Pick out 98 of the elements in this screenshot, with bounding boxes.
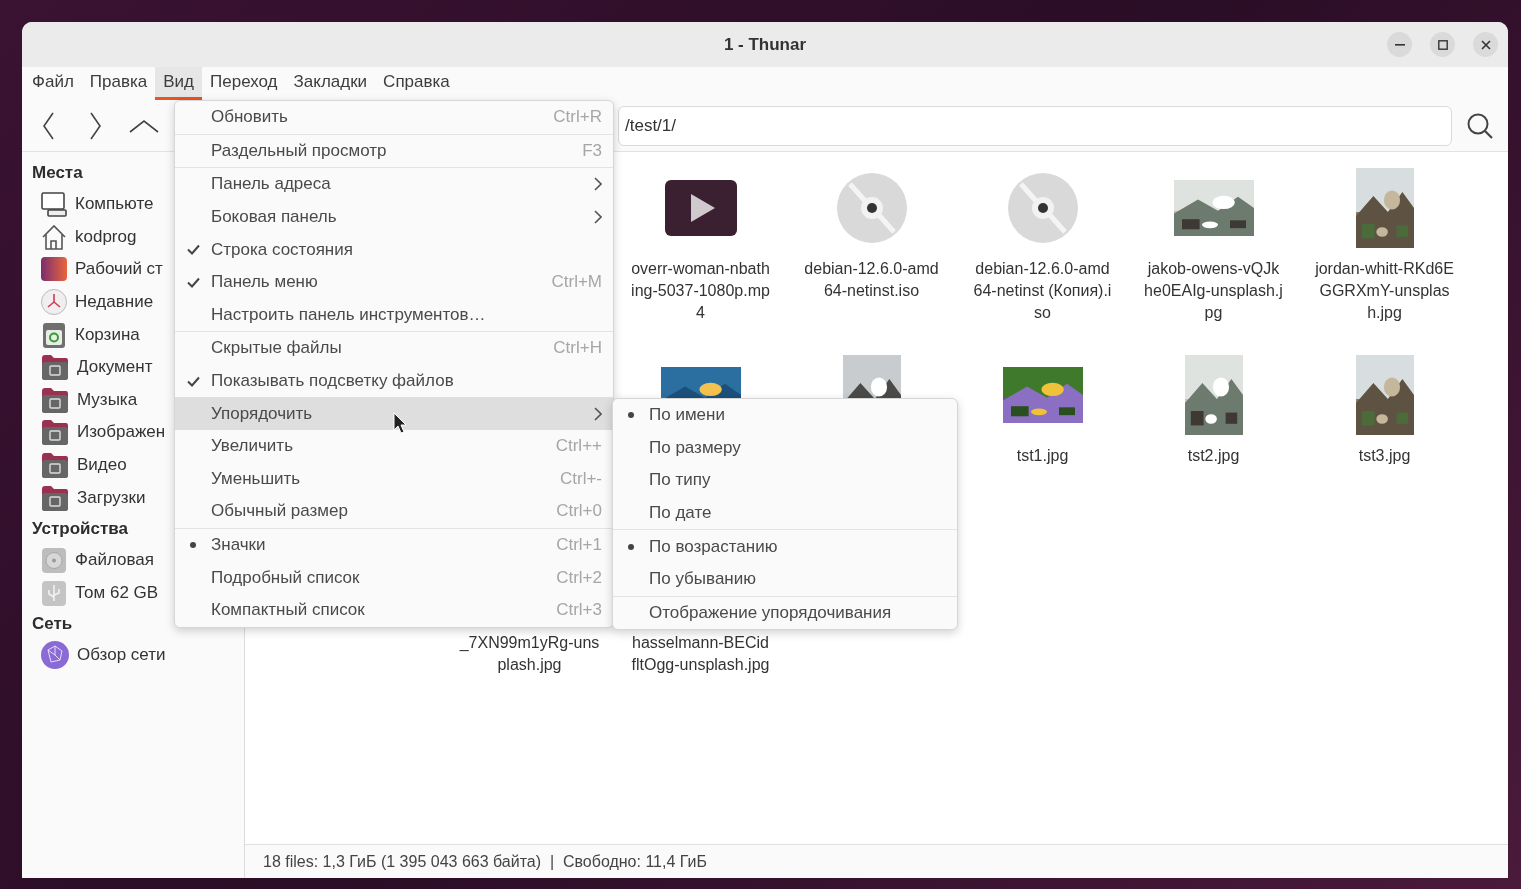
menubar-item[interactable]: Справка	[375, 67, 458, 100]
file-name[interactable]: debian-12.6.0-amd64-netinst (Копия).iso	[972, 258, 1113, 324]
menubar-item[interactable]: Переход	[202, 67, 286, 100]
status-text: 18 files: 1,3 ГиБ (1 395 043 663 байта) | Свободно: 11,4 ГиБ	[263, 852, 707, 871]
menu-item[interactable]: Подробный список Ctrl+2	[175, 561, 613, 594]
usb-drive-icon	[40, 578, 68, 607]
sidebar-item[interactable]: Файловая	[32, 543, 154, 577]
clock-icon	[40, 288, 68, 317]
sidebar-item[interactable]: Изображен	[32, 416, 166, 449]
menu-item[interactable]: Отображение упорядочивания	[613, 596, 957, 630]
menu-item[interactable]: Панель меню Ctrl+M	[175, 265, 613, 299]
minimize-icon	[1394, 43, 1405, 46]
menu-item[interactable]: Уменьшить Ctrl+-	[175, 462, 613, 496]
drive-icon	[40, 546, 68, 575]
desktop-icon	[40, 255, 68, 284]
sidebar-item[interactable]: kodprog	[32, 220, 137, 254]
sidebar-item[interactable]: Том 62 GB	[32, 576, 159, 610]
sidebar-item[interactable]: Компьюте	[32, 188, 154, 221]
sidebar-item[interactable]: Музыка	[32, 383, 138, 417]
location-field[interactable]: /test/1/	[618, 105, 1452, 146]
file-name[interactable]: hasselmann-BECidfltOgg-unsplash.jpg	[630, 632, 771, 676]
menu-item[interactable]: По типу	[613, 464, 957, 497]
sidebar-header: Устройства	[32, 517, 128, 540]
folder-icon	[40, 418, 70, 447]
menu-item[interactable]: Показывать подсветку файлов	[175, 364, 613, 398]
menu-item[interactable]: Скрытые файлы Ctrl+H	[175, 332, 613, 365]
sidebar-item[interactable]: Видео	[32, 448, 127, 482]
file-name[interactable]: debian-12.6.0-amd64-netinst.iso	[801, 258, 942, 302]
sidebar-item[interactable]: Загрузки	[32, 481, 146, 514]
menubar-item[interactable]: Файл	[24, 67, 82, 100]
menu-item[interactable]: По возрастанию	[613, 530, 957, 563]
shortcut-label: Ctrl++	[555, 436, 602, 457]
folder-icon	[40, 451, 70, 480]
file-name[interactable]: tst3.jpg	[1358, 445, 1411, 467]
maximize-icon	[1437, 39, 1448, 50]
file-name[interactable]: jakob-owens-vQJkhe0EAIg-unsplash.jpg	[1143, 258, 1284, 324]
menu-item[interactable]: Настроить панель инструментов…	[175, 298, 613, 332]
menu-item[interactable]: Панель адреса	[175, 168, 613, 201]
cursor-icon	[393, 412, 407, 434]
file-name[interactable]: jordan-whitt-RKd6EGGRXmY-unsplash.jpg	[1314, 258, 1455, 324]
menubar-item[interactable]: Правка	[81, 67, 156, 100]
sidebar-item[interactable]: Документ	[32, 350, 153, 384]
network-icon	[40, 640, 70, 671]
sidebar-header: Места	[32, 162, 83, 184]
menu-item[interactable]: По размеру	[613, 431, 957, 465]
close-icon	[1480, 39, 1491, 50]
menu-item[interactable]: Боковая панель	[175, 200, 613, 234]
menu-item[interactable]: Строка состояния	[175, 233, 613, 266]
menu-item[interactable]: Значки Ctrl+1	[175, 528, 613, 562]
shortcut-label: Ctrl+R	[553, 107, 602, 128]
trash-icon	[40, 320, 68, 349]
sidebar-item[interactable]: Обзор сети	[32, 639, 166, 672]
menu-item[interactable]: Упорядочить	[175, 397, 613, 430]
video-file-icon	[664, 180, 737, 236]
menu-item[interactable]: Раздельный просмотр F3	[175, 134, 613, 168]
file-name[interactable]: tst2.jpg	[1187, 445, 1240, 467]
menubar-item[interactable]: Закладки	[285, 67, 376, 100]
chevron-right-icon	[594, 210, 602, 225]
file-name[interactable]: tst1.jpg	[1016, 445, 1069, 467]
shortcut-label: Ctrl+M	[551, 272, 602, 293]
folder-icon	[40, 385, 70, 414]
computer-icon	[40, 190, 68, 219]
menu-item[interactable]: Увеличить Ctrl++	[175, 429, 613, 463]
menu-item[interactable]: Обычный размер Ctrl+0	[175, 495, 613, 528]
shortcut-label: Ctrl+H	[553, 338, 602, 359]
chevron-up-icon	[129, 118, 159, 133]
window-title: 1 - Thunar	[723, 34, 807, 55]
chevron-right-icon	[90, 111, 102, 140]
minimize-button[interactable]	[1387, 32, 1412, 57]
file-name[interactable]: overr-woman-nbathing-5037-1080p.mp4	[630, 258, 771, 324]
chevron-right-icon	[594, 406, 602, 421]
chevron-right-icon	[594, 177, 602, 192]
shortcut-label: Ctrl+-	[559, 468, 602, 489]
file-name[interactable]: _7XN99m1yRg-unsplash.jpg	[459, 632, 600, 676]
shortcut-label: Ctrl+0	[556, 501, 602, 522]
shortcut-label: F3	[582, 140, 602, 161]
sidebar-header: Сеть	[32, 613, 73, 636]
chevron-left-icon	[42, 111, 54, 140]
sidebar-item[interactable]: Рабочий ст	[32, 253, 163, 286]
shortcut-label: Ctrl+1	[556, 535, 602, 555]
home-icon	[40, 222, 68, 251]
menu-item[interactable]: Компактный список Ctrl+3	[175, 593, 613, 627]
menubar-item[interactable]: Вид	[155, 67, 202, 100]
search-icon	[1466, 111, 1494, 140]
sidebar-item[interactable]: Недавние	[32, 285, 154, 319]
menu-item[interactable]: По дате	[613, 496, 957, 530]
folder-icon	[40, 483, 70, 512]
menu-item[interactable]: Обновить Ctrl+R	[175, 101, 613, 134]
shortcut-label: Ctrl+2	[556, 567, 602, 588]
sidebar-item[interactable]: Корзина	[32, 318, 140, 351]
folder-icon	[40, 353, 70, 382]
shortcut-label: Ctrl+3	[556, 600, 602, 621]
menu-item[interactable]: По убыванию	[613, 562, 957, 596]
menu-item[interactable]: По имени	[613, 399, 957, 432]
disc-icon	[835, 172, 908, 244]
close-button[interactable]	[1473, 32, 1498, 57]
maximize-button[interactable]	[1430, 32, 1455, 57]
disc-icon	[1006, 172, 1079, 244]
